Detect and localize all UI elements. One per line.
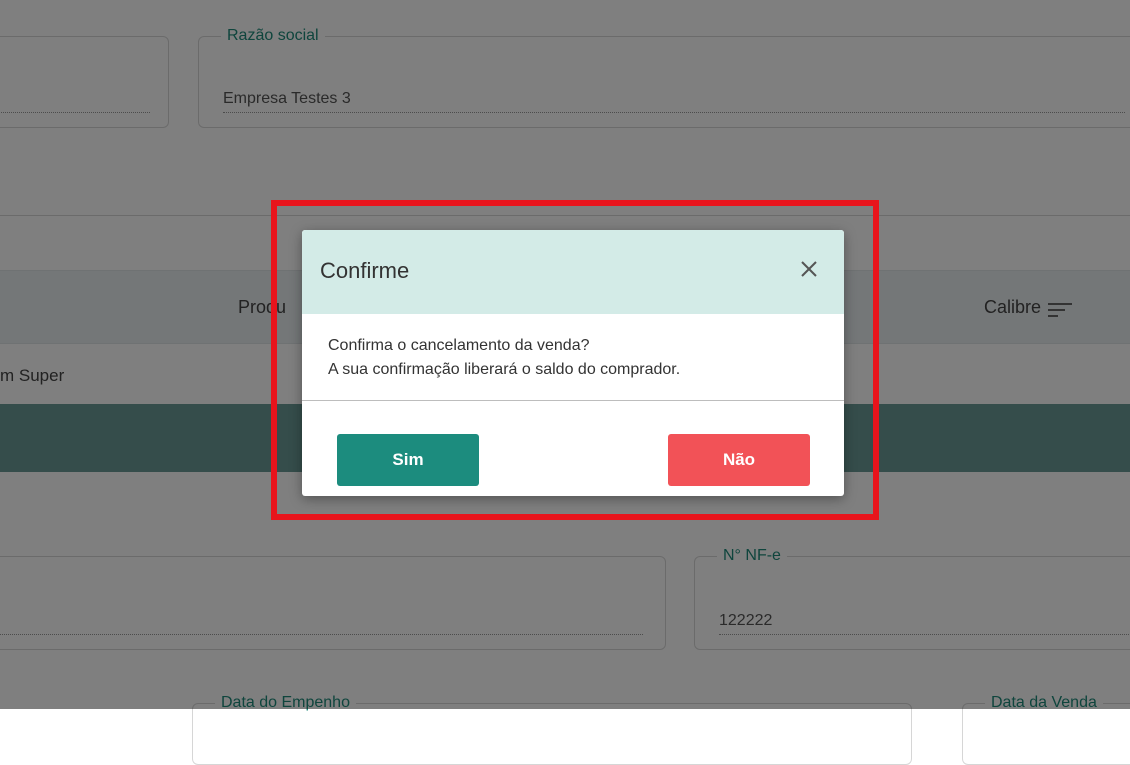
dialog-message: Confirma o cancelamento da venda? A sua … [328, 334, 828, 382]
yes-button[interactable]: Sim [337, 434, 479, 486]
dialog-message-line-2: A sua confirmação liberará o saldo do co… [328, 361, 681, 378]
dialog-divider [302, 400, 844, 401]
dialog-header: Confirme [302, 230, 844, 314]
dialog-title: Confirme [320, 258, 410, 283]
no-button[interactable]: Não [668, 434, 810, 486]
confirm-dialog: Confirme Confirma o cancelamento da vend… [302, 230, 844, 496]
close-icon[interactable] [796, 256, 822, 282]
data-venda-field[interactable]: Data da Venda [962, 694, 1130, 765]
data-empenho-field[interactable]: Data do Empenho [192, 694, 912, 765]
dialog-message-line-1: Confirma o cancelamento da venda? [328, 337, 590, 354]
